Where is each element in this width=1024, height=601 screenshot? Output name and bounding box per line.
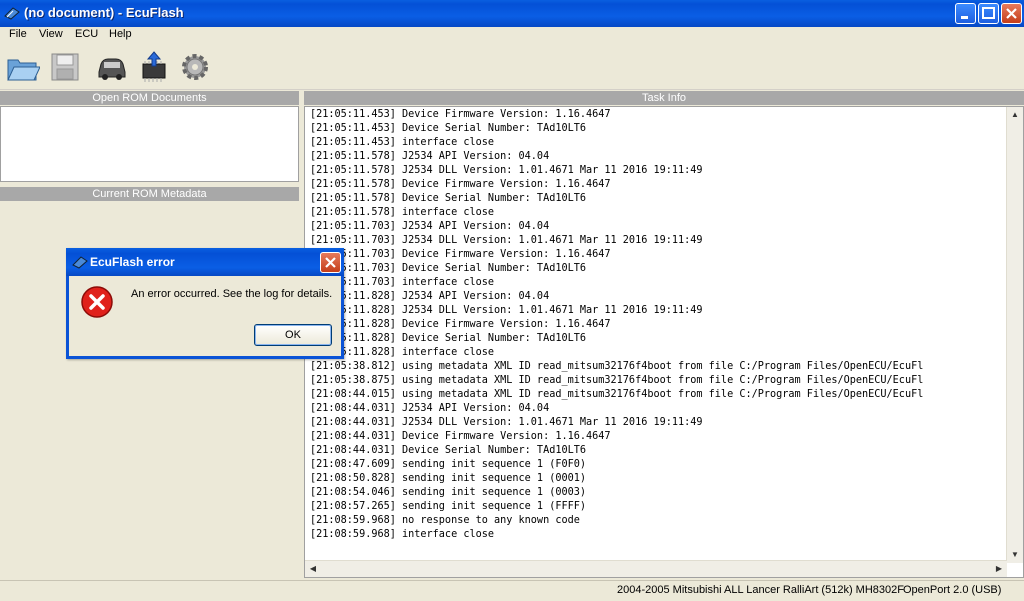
log-line: [21:05:11.703] J2534 API Version: 04.04: [310, 221, 550, 232]
menu-file[interactable]: File: [9, 28, 27, 40]
menu-ecu[interactable]: ECU: [75, 28, 98, 40]
log-line: [21:05:11.703] Device Serial Number: TAd…: [310, 263, 587, 274]
log-line: [21:08:59.968] interface close: [310, 529, 495, 540]
open-folder-icon: [7, 59, 41, 81]
log-line: [21:05:11.578] J2534 DLL Version: 1.01.4…: [310, 165, 703, 176]
log-line: [21:05:11.578] interface close: [310, 207, 495, 218]
close-icon: [325, 257, 336, 268]
status-interface: OpenPort 2.0 (USB): [903, 584, 1002, 596]
maximize-icon: [982, 7, 995, 19]
log-line: [21:05:38.812] using metadata XML ID rea…: [310, 361, 924, 372]
error-dialog-titlebar[interactable]: EcuFlash error: [66, 248, 344, 276]
log-line: [21:05:11.828] J2534 API Version: 04.04: [310, 291, 550, 302]
status-bar: 2004-2005 Mitsubishi ALL Lancer RalliArt…: [0, 580, 1024, 601]
current-rom-metadata-header: Current ROM Metadata: [0, 187, 299, 201]
log-line: [21:05:11.703] Device Firmware Version: …: [310, 249, 611, 260]
menu-bar: File View ECU Help: [0, 27, 1024, 45]
log-line: [21:05:11.703] interface close: [310, 277, 495, 288]
flash-ecu-button[interactable]: [137, 50, 171, 84]
error-icon: [81, 286, 113, 318]
log-line: [21:05:11.453] Device Firmware Version: …: [310, 109, 611, 120]
open-rom-documents-list[interactable]: [0, 106, 299, 182]
error-dialog-title: EcuFlash error: [90, 255, 175, 269]
maximize-button[interactable]: [978, 3, 999, 24]
log-line: [21:08:44.015] using metadata XML ID rea…: [310, 389, 924, 400]
menu-view[interactable]: View: [39, 28, 63, 40]
error-dialog: EcuFlash error An error occurred. See th…: [66, 248, 344, 359]
close-icon: [1006, 8, 1017, 19]
window-title: (no document) - EcuFlash: [24, 5, 184, 20]
save-disk-icon: [51, 53, 79, 81]
log-line: [21:08:44.031] J2534 API Version: 04.04: [310, 403, 550, 414]
scroll-down-icon[interactable]: ▼: [1007, 547, 1023, 563]
vehicle-button[interactable]: [95, 50, 129, 84]
log-line: [21:08:59.968] no response to any known …: [310, 515, 580, 526]
task-info-log[interactable]: [21:05:11.453] Device Firmware Version: …: [304, 106, 1024, 578]
ecuflash-app-icon: [72, 256, 88, 269]
log-line: [21:05:11.828] Device Firmware Version: …: [310, 319, 611, 330]
log-line: [21:08:54.046] sending init sequence 1 (…: [310, 487, 587, 498]
ok-button[interactable]: OK: [254, 324, 332, 346]
log-line: [21:05:11.828] interface close: [310, 347, 495, 358]
window-titlebar[interactable]: (no document) - EcuFlash: [0, 0, 1024, 27]
log-line: [21:05:11.828] Device Serial Number: TAd…: [310, 333, 587, 344]
log-lines: [21:05:11.453] Device Firmware Version: …: [310, 108, 1010, 548]
log-line: [21:08:47.609] sending init sequence 1 (…: [310, 459, 587, 470]
chip-flash-icon: [142, 51, 166, 82]
log-line: [21:05:11.828] J2534 DLL Version: 1.01.4…: [310, 305, 703, 316]
status-rom-info: 2004-2005 Mitsubishi ALL Lancer RalliArt…: [617, 584, 904, 596]
log-line: [21:08:44.031] J2534 DLL Version: 1.01.4…: [310, 417, 703, 428]
car-icon: [98, 58, 126, 80]
log-line: [21:08:50.828] sending init sequence 1 (…: [310, 473, 587, 484]
scroll-up-icon[interactable]: ▲: [1007, 107, 1023, 123]
settings-button[interactable]: [178, 50, 212, 84]
task-info-header: Task Info: [304, 91, 1024, 105]
ecuflash-app-icon: [4, 7, 20, 20]
log-line: [21:08:44.031] Device Serial Number: TAd…: [310, 445, 587, 456]
log-line: [21:05:11.453] Device Serial Number: TAd…: [310, 123, 587, 134]
menu-help[interactable]: Help: [109, 28, 132, 40]
horizontal-scrollbar[interactable]: ◀ ▶: [305, 560, 1007, 577]
log-line: [21:05:11.703] J2534 DLL Version: 1.01.4…: [310, 235, 703, 246]
close-button[interactable]: [1001, 3, 1022, 24]
open-button[interactable]: [6, 50, 41, 84]
dialog-close-button[interactable]: [320, 252, 341, 273]
minimize-icon: [961, 16, 968, 19]
scroll-left-icon[interactable]: ◀: [305, 561, 321, 577]
vertical-scrollbar[interactable]: ▲ ▼: [1006, 107, 1023, 563]
save-button[interactable]: [48, 50, 82, 84]
error-message: An error occurred. See the log for detai…: [131, 288, 333, 300]
log-line: [21:05:38.875] using metadata XML ID rea…: [310, 375, 924, 386]
minimize-button[interactable]: [955, 3, 976, 24]
log-line: [21:05:11.578] Device Firmware Version: …: [310, 179, 611, 190]
open-rom-documents-header: Open ROM Documents: [0, 91, 299, 105]
scroll-right-icon[interactable]: ▶: [991, 561, 1007, 577]
log-line: [21:05:11.578] Device Serial Number: TAd…: [310, 193, 587, 204]
log-line: [21:05:11.578] J2534 API Version: 04.04: [310, 151, 550, 162]
gear-icon: [182, 54, 208, 80]
log-line: [21:05:11.453] interface close: [310, 137, 495, 148]
toolbar: [0, 45, 1024, 90]
log-line: [21:08:57.265] sending init sequence 1 (…: [310, 501, 587, 512]
log-line: [21:08:44.031] Device Firmware Version: …: [310, 431, 611, 442]
